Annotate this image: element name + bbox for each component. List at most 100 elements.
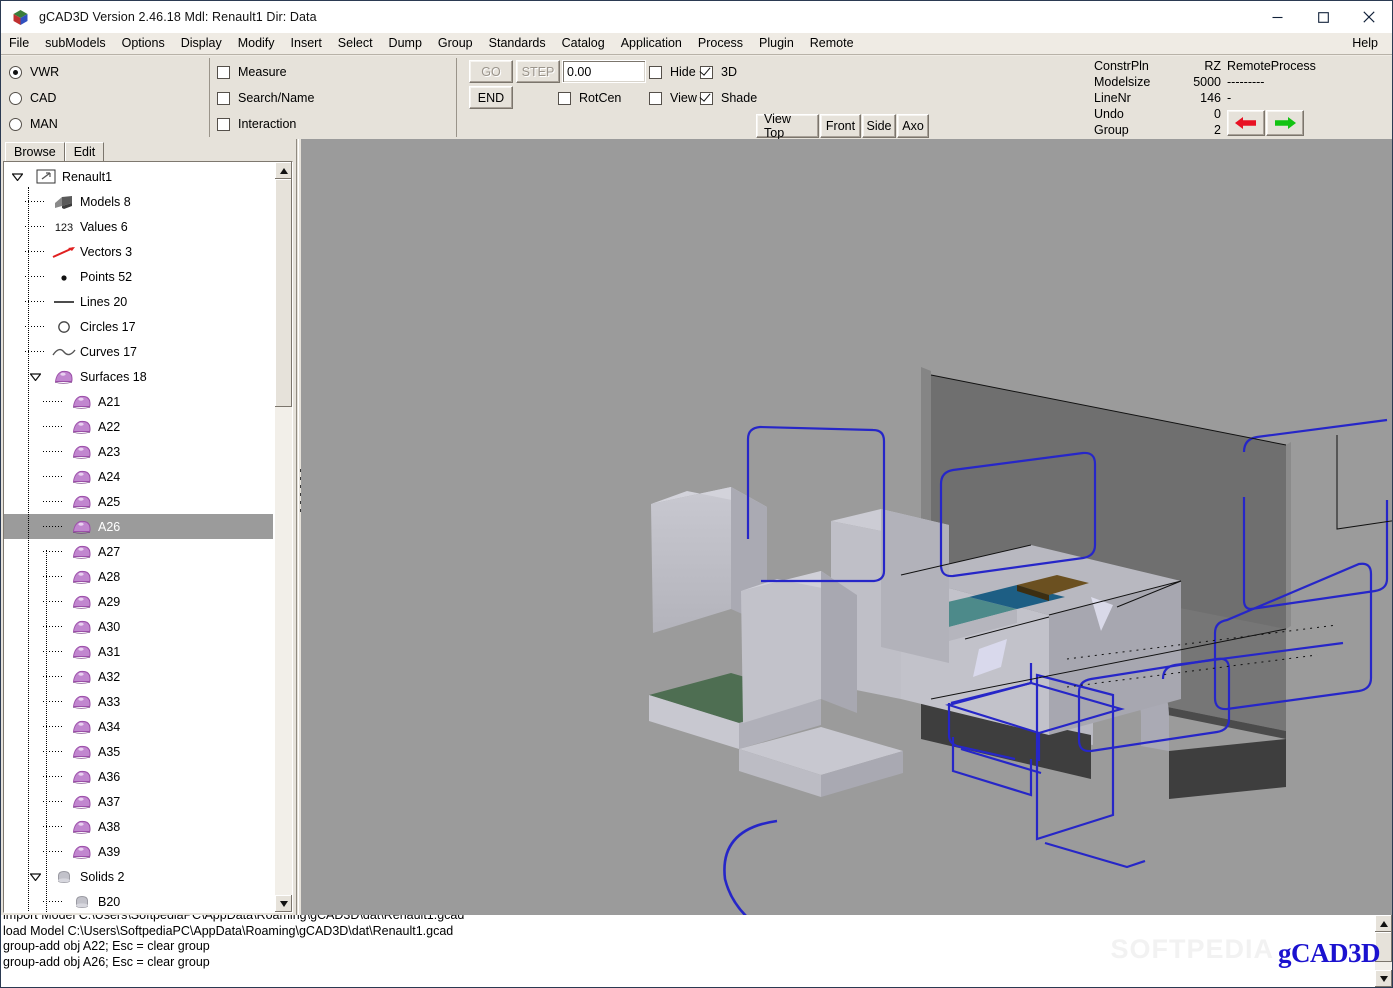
tree-item-a30[interactable]: A30	[4, 614, 275, 639]
menu-item-process[interactable]: Process	[690, 35, 751, 53]
tree-expander-icon[interactable]	[4, 173, 30, 181]
tree-connector	[40, 425, 66, 428]
view-axo-button[interactable]: Axo	[897, 114, 929, 138]
menu-item-catalog[interactable]: Catalog	[554, 35, 613, 53]
message-console[interactable]: import Model C:\Users\SoftpediaPC\AppDat…	[1, 915, 1392, 987]
tree-scrollbar-thumb[interactable]	[275, 179, 292, 407]
tree-item-a32[interactable]: A32	[4, 664, 275, 689]
tree-item-vectors-3[interactable]: Vectors 3	[4, 239, 275, 264]
surface-icon	[66, 394, 98, 410]
option-search-name[interactable]: Search/Name	[217, 85, 447, 111]
tree-item-curves-17[interactable]: Curves 17	[4, 339, 275, 364]
view-front-button[interactable]: Front	[820, 114, 861, 138]
maximize-icon[interactable]	[1300, 1, 1346, 33]
menu-item-modify[interactable]: Modify	[230, 35, 283, 53]
checkbox-icon-shade	[700, 92, 713, 105]
tree-item-a21[interactable]: A21	[4, 389, 275, 414]
tree-item-a26[interactable]: A26	[4, 514, 273, 539]
tree-item-a29[interactable]: A29	[4, 589, 275, 614]
view-top-button[interactable]: View Top	[756, 114, 819, 138]
mode-label-man: MAN	[30, 117, 58, 131]
tree-item-solids-2[interactable]: Solids 2	[4, 864, 275, 889]
command-value-input[interactable]: 0.00	[562, 60, 646, 83]
step-button[interactable]: STEP	[516, 60, 560, 83]
tree-item-a22[interactable]: A22	[4, 414, 275, 439]
tree-item-label: A34	[98, 720, 120, 734]
tree-connector	[22, 350, 48, 353]
menu-item-group[interactable]: Group	[430, 35, 481, 53]
tree-item-a27[interactable]: A27	[4, 539, 275, 564]
end-button[interactable]: END	[469, 86, 513, 109]
mode-option-man[interactable]: MAN	[9, 111, 209, 137]
tree-item-a28[interactable]: A28	[4, 564, 275, 589]
tree-item-values-6[interactable]: 123Values 6	[4, 214, 275, 239]
console-scroll-up-button[interactable]	[1375, 915, 1392, 932]
option-3d[interactable]: 3D	[700, 59, 737, 85]
option-hide[interactable]: Hide	[649, 59, 696, 85]
mode-option-vwr[interactable]: VWR	[9, 59, 209, 85]
menu-item-application[interactable]: Application	[613, 35, 690, 53]
tree-scrollbar[interactable]	[275, 162, 292, 912]
tree-item-renault1[interactable]: Renault1	[4, 164, 275, 189]
tree-item-a24[interactable]: A24	[4, 464, 275, 489]
tree-item-a23[interactable]: A23	[4, 439, 275, 464]
tree-item-label: Points 52	[80, 270, 132, 284]
close-icon[interactable]	[1346, 1, 1392, 33]
menu-item-submodels[interactable]: subModels	[37, 35, 113, 53]
tab-edit[interactable]: Edit	[65, 142, 105, 162]
tree-item-a37[interactable]: A37	[4, 789, 275, 814]
menu-item-plugin[interactable]: Plugin	[751, 35, 802, 53]
go-button[interactable]: GO	[469, 60, 513, 83]
menu-item-insert[interactable]: Insert	[283, 35, 330, 53]
softpedia-watermark: SOFTPEDIA	[1110, 934, 1274, 965]
checkbox-icon-measure	[217, 66, 230, 79]
model-tree[interactable]: Renault1 Models 8 123Values 6Vectors 3 Poin…	[3, 161, 293, 913]
tree-item-models-8[interactable]: Models 8	[4, 189, 275, 214]
minimize-icon[interactable]	[1254, 1, 1300, 33]
tree-scroll-down-button[interactable]	[275, 895, 292, 912]
tree-item-a39[interactable]: A39	[4, 839, 275, 864]
option-rotcen[interactable]: RotCen	[558, 85, 621, 111]
menu-item-file[interactable]: File	[1, 35, 37, 53]
remote-back-button[interactable]	[1227, 110, 1265, 136]
tree-connector	[22, 325, 48, 328]
mode-option-cad[interactable]: CAD	[9, 85, 209, 111]
tree-item-a25[interactable]: A25	[4, 489, 275, 514]
menu-item-help[interactable]: Help	[1344, 35, 1386, 53]
tree-item-points-52[interactable]: Points 52	[4, 264, 275, 289]
tab-browse[interactable]: Browse	[5, 142, 65, 162]
option-label-shade: Shade	[721, 91, 757, 105]
menu-item-options[interactable]: Options	[114, 35, 173, 53]
tree-item-a31[interactable]: A31	[4, 639, 275, 664]
tree-item-label: Models 8	[80, 195, 131, 209]
menu-item-display[interactable]: Display	[173, 35, 230, 53]
tree-item-b20[interactable]: B20	[4, 889, 275, 913]
option-measure[interactable]: Measure	[217, 59, 447, 85]
application-window: gCAD3D Version 2.46.18 Mdl: Renault1 Dir…	[0, 0, 1393, 988]
view-side-button[interactable]: Side	[862, 114, 896, 138]
menu-item-remote[interactable]: Remote	[802, 35, 862, 53]
tree-item-circles-17[interactable]: Circles 17	[4, 314, 275, 339]
tree-item-a33[interactable]: A33	[4, 689, 275, 714]
option-label-hide: Hide	[670, 65, 696, 79]
tree-scroll-up-button[interactable]	[275, 162, 292, 179]
tree-item-surfaces-18[interactable]: Surfaces 18	[4, 364, 275, 389]
menu-item-standards[interactable]: Standards	[481, 35, 554, 53]
tree-item-lines-20[interactable]: Lines 20	[4, 289, 275, 314]
tree-item-a35[interactable]: A35	[4, 739, 275, 764]
option-shade[interactable]: Shade	[700, 85, 757, 111]
tree-item-a38[interactable]: A38	[4, 814, 275, 839]
remote-forward-button[interactable]	[1266, 110, 1304, 136]
menu-item-dump[interactable]: Dump	[381, 35, 430, 53]
console-scroll-down-button[interactable]	[1375, 970, 1392, 987]
option-view[interactable]: View	[649, 85, 697, 111]
tree-item-a36[interactable]: A36	[4, 764, 275, 789]
tree-item-a34[interactable]: A34	[4, 714, 275, 739]
tree-connector	[40, 650, 66, 653]
tree-expander-icon[interactable]	[22, 373, 48, 381]
viewport-3d[interactable]	[301, 139, 1392, 915]
menu-item-select[interactable]: Select	[330, 35, 381, 53]
tree-expander-icon[interactable]	[22, 873, 48, 881]
tree-item-label: A22	[98, 420, 120, 434]
option-interaction[interactable]: Interaction	[217, 111, 447, 137]
